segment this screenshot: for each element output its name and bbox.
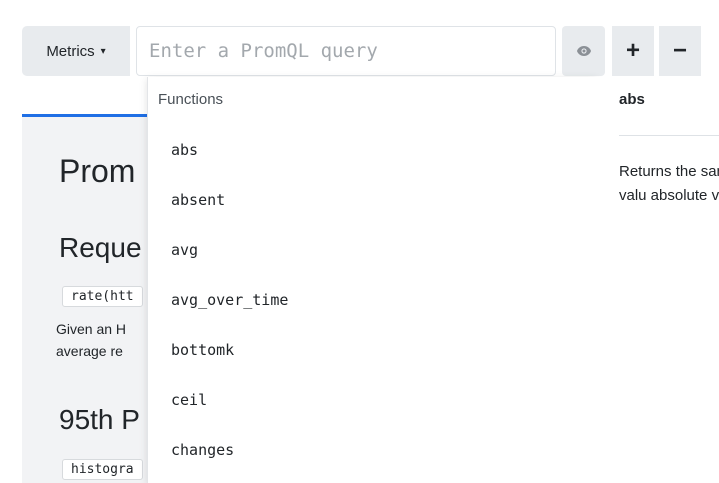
dropdown-item[interactable]: changes	[171, 441, 234, 459]
add-query-button[interactable]: +	[612, 26, 654, 76]
toggle-visibility-button[interactable]	[562, 26, 605, 76]
remove-query-button[interactable]: −	[659, 26, 701, 76]
autocomplete-dropdown: Functions abs absent avg avg_over_time b…	[147, 77, 597, 483]
minus-icon: −	[672, 37, 687, 64]
description-line: Given an H	[56, 321, 127, 337]
metrics-label: Metrics	[46, 42, 95, 60]
function-info-title: abs	[619, 91, 645, 108]
example-query-code[interactable]: histogra	[62, 459, 143, 480]
example-query-code[interactable]: rate(htt	[62, 286, 143, 307]
caret-down-icon: ▾	[100, 45, 106, 57]
dropdown-item[interactable]: abs	[171, 141, 198, 159]
dropdown-item[interactable]: absent	[171, 191, 225, 209]
dropdown-item[interactable]: avg	[171, 241, 198, 259]
section-title-requests: Reque	[59, 232, 142, 263]
query-input[interactable]	[136, 26, 556, 76]
page-title: Prom	[59, 153, 136, 189]
section-description: Given an H average re	[56, 318, 126, 362]
dropdown-section-header: Functions	[158, 91, 224, 108]
section-title-95th: 95th P	[59, 404, 140, 435]
dropdown-item[interactable]: bottomk	[171, 341, 234, 359]
function-info-panel: abs Returns the sample valu absolute val	[596, 77, 719, 483]
metrics-dropdown-button[interactable]: Metrics ▾	[22, 26, 130, 76]
dropdown-item[interactable]: ceil	[171, 391, 207, 409]
plus-icon: +	[625, 37, 640, 64]
eye-icon	[576, 46, 591, 56]
dropdown-item[interactable]: avg_over_time	[171, 291, 288, 309]
divider	[619, 135, 719, 136]
description-line: average re	[56, 343, 123, 359]
function-info-description: Returns the sample valu absolute val	[619, 163, 719, 204]
